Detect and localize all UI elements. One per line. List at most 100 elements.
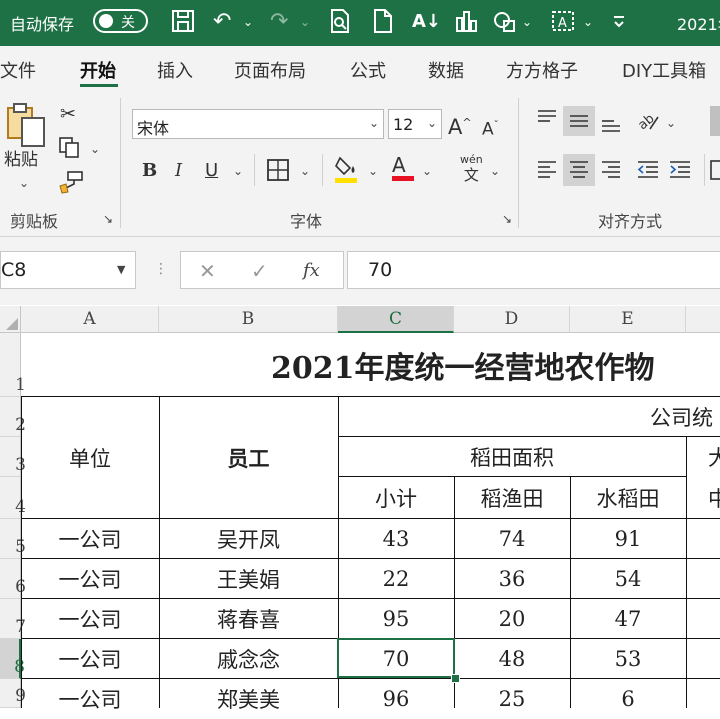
row-header-7[interactable]: 7	[0, 599, 26, 639]
save-icon[interactable]	[170, 8, 196, 42]
table-cell[interactable]: 一公司	[21, 519, 159, 559]
name-box-dropdown-icon[interactable]: ▼	[117, 263, 125, 276]
tab-data[interactable]: 数据	[428, 57, 464, 83]
tab-formulas[interactable]: 公式	[350, 57, 386, 83]
new-document-icon[interactable]	[372, 8, 394, 42]
rice-fish-header[interactable]: 稻渔田	[454, 477, 570, 519]
subtotal-header[interactable]: 小计	[338, 477, 454, 519]
employee-header[interactable]: 员工	[159, 397, 338, 519]
font-color-icon[interactable]: A	[392, 154, 414, 181]
italic-button[interactable]: I	[175, 159, 182, 183]
paste-dropdown-icon[interactable]: ⌄	[19, 176, 29, 190]
row-header-5[interactable]: 5	[0, 519, 26, 559]
bold-button[interactable]: B	[142, 159, 157, 183]
phonetic-guide-icon[interactable]: wén 文	[460, 154, 483, 185]
align-center-icon[interactable]	[568, 158, 590, 188]
table-cell[interactable]: 91	[570, 519, 686, 559]
column-header-e[interactable]: E	[570, 306, 686, 333]
row-header-3[interactable]: 3	[0, 437, 26, 477]
paste-icon[interactable]	[4, 102, 46, 154]
table-cell[interactable]: 47	[570, 599, 686, 639]
select-all-button[interactable]	[0, 306, 21, 333]
paddy-area-header[interactable]: 稻田面积	[338, 437, 686, 477]
table-cell[interactable]: 96	[338, 679, 454, 719]
increase-indent-icon[interactable]	[668, 158, 692, 188]
cancel-icon[interactable]: ✕	[199, 259, 216, 283]
partial-header-f3[interactable]: 大	[686, 437, 720, 477]
font-size-dropdown-icon[interactable]: ⌄	[427, 116, 437, 130]
underline-dropdown-icon[interactable]: ⌄	[233, 164, 243, 178]
undo-dropdown-icon[interactable]: ⌄	[243, 8, 253, 36]
column-header-a[interactable]: A	[21, 306, 159, 333]
paste-button[interactable]: 粘贴	[4, 148, 38, 172]
align-right-icon[interactable]	[600, 158, 622, 188]
table-cell[interactable]: 6	[570, 679, 686, 719]
middle-align-icon[interactable]	[568, 109, 590, 139]
table-cell[interactable]: 53	[570, 639, 686, 679]
column-header-d[interactable]: D	[454, 306, 570, 333]
decrease-indent-icon[interactable]	[636, 158, 660, 188]
sheet-title[interactable]: 2021年度统一经营地农作物	[21, 333, 720, 397]
shapes-dropdown-icon[interactable]: ⌄	[522, 8, 532, 36]
table-cell[interactable]: 吴开凤	[159, 519, 338, 559]
print-preview-icon[interactable]	[328, 8, 352, 42]
fill-color-dropdown-icon[interactable]: ⌄	[368, 164, 378, 178]
redo-icon[interactable]: ↷	[270, 8, 288, 36]
bottom-align-icon[interactable]	[600, 111, 622, 141]
orientation-icon[interactable]: ab	[635, 109, 660, 139]
grow-font-icon[interactable]: A^	[448, 111, 472, 139]
font-color-dropdown-icon[interactable]: ⌄	[422, 164, 432, 178]
table-cell[interactable]: 20	[454, 599, 570, 639]
tab-fangfang[interactable]: 方方格子	[506, 57, 578, 83]
table-cell[interactable]: 48	[454, 639, 570, 679]
copy-icon[interactable]	[58, 136, 82, 166]
align-left-icon[interactable]	[536, 158, 558, 188]
borders-icon[interactable]	[266, 158, 290, 188]
table-cell[interactable]: 一公司	[21, 559, 159, 599]
table-cell[interactable]: 一公司	[21, 639, 159, 679]
autosave-toggle[interactable]: 关	[93, 9, 148, 33]
tab-diy-toolbox[interactable]: DIY工具箱	[622, 57, 706, 83]
merge-center-icon[interactable]	[710, 158, 720, 188]
borders-dropdown-icon[interactable]: ⌄	[300, 164, 310, 178]
font-launcher-icon[interactable]: ↘	[502, 212, 512, 226]
company-header[interactable]: 公司统	[338, 397, 720, 437]
table-cell[interactable]: 74	[454, 519, 570, 559]
row-header-4[interactable]: 4	[0, 477, 26, 519]
fill-handle[interactable]	[451, 674, 460, 683]
cut-icon[interactable]: ✂	[60, 102, 76, 126]
name-box[interactable]: C8 ▼	[0, 251, 136, 289]
undo-icon[interactable]: ↶	[213, 8, 231, 36]
font-name-combobox[interactable]: 宋体	[132, 109, 384, 139]
more-commands-icon[interactable]	[612, 8, 626, 42]
redo-dropdown-icon[interactable]: ⌄	[300, 8, 310, 36]
row-header-8[interactable]: 8	[0, 639, 25, 679]
shapes-icon[interactable]	[492, 8, 518, 42]
table-cell[interactable]: 36	[454, 559, 570, 599]
row-header-1[interactable]: 1	[0, 333, 26, 397]
copy-dropdown-icon[interactable]: ⌄	[90, 142, 100, 156]
top-align-icon[interactable]	[536, 107, 558, 137]
table-cell[interactable]: 蒋春喜	[159, 599, 338, 639]
tab-insert[interactable]: 插入	[157, 57, 193, 83]
table-cell[interactable]: 43	[338, 519, 454, 559]
formula-bar-splitter[interactable]: ⋮	[154, 261, 168, 277]
tab-home[interactable]: 开始	[80, 57, 116, 83]
text-box-dropdown-icon[interactable]: ⌄	[583, 8, 593, 36]
table-cell[interactable]: 25	[454, 679, 570, 719]
orientation-dropdown-icon[interactable]: ⌄	[666, 116, 676, 130]
font-name-dropdown-icon[interactable]: ⌄	[369, 116, 379, 130]
table-cell[interactable]: 22	[338, 559, 454, 599]
column-header-b[interactable]: B	[159, 306, 338, 333]
fill-color-icon[interactable]	[334, 154, 360, 190]
format-painter-icon[interactable]	[58, 170, 84, 200]
sort-az-icon[interactable]: A↓	[412, 8, 441, 36]
partial-header-f4[interactable]: 中	[686, 477, 720, 519]
row-header-9[interactable]: 9	[0, 679, 26, 708]
clipboard-launcher-icon[interactable]: ↘	[103, 212, 113, 226]
text-box-icon[interactable]: A	[550, 8, 576, 42]
shrink-font-icon[interactable]: Aˇ	[482, 114, 499, 142]
paddy-header[interactable]: 水稻田	[570, 477, 686, 519]
table-cell[interactable]: 戚念念	[159, 639, 338, 679]
tab-file[interactable]: 文件	[0, 57, 36, 83]
